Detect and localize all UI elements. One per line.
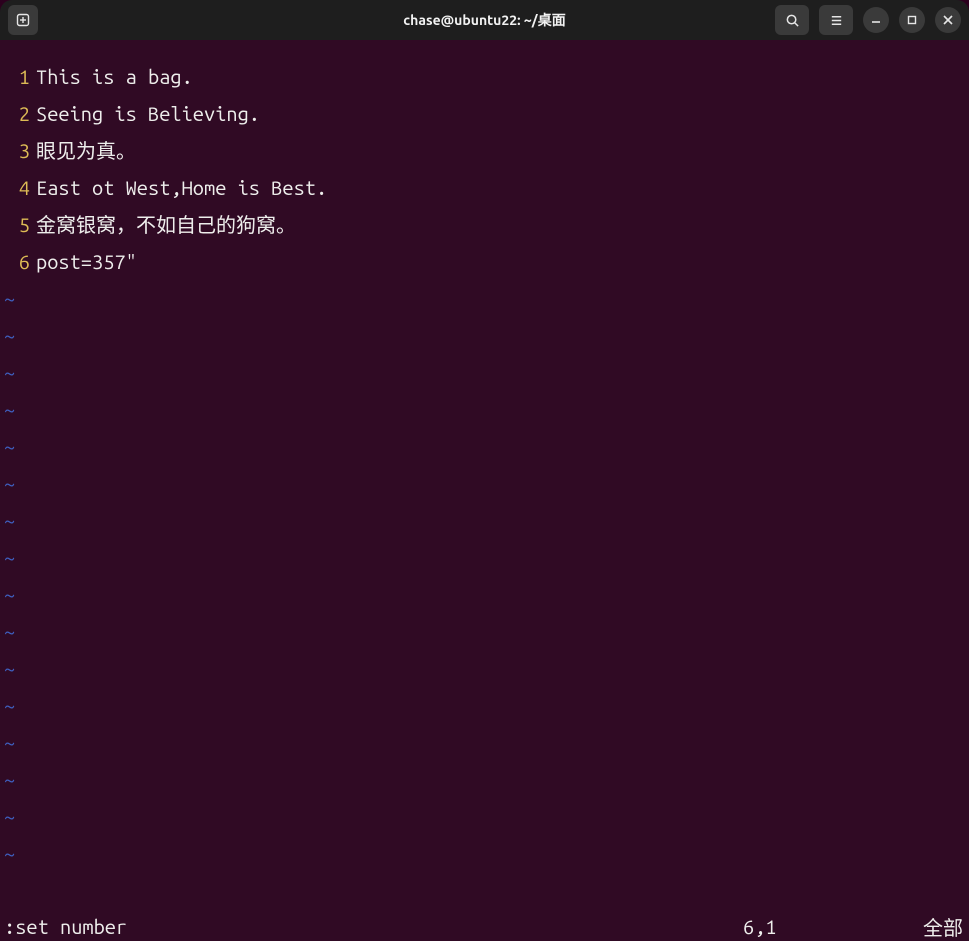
search-icon (785, 13, 800, 28)
search-button[interactable] (775, 5, 809, 35)
vim-status-line: :set number 6,1 全部 (0, 913, 969, 941)
vim-scroll-percent: 全部 (923, 912, 965, 941)
empty-line-tilde: ~ (0, 761, 969, 798)
line-text: Seeing is Believing. (36, 100, 260, 127)
maximize-icon (906, 14, 918, 26)
menu-button[interactable] (819, 5, 853, 35)
line-text: This is a bag. (36, 63, 193, 90)
line-number: 2 (4, 100, 36, 127)
minimize-button[interactable] (863, 7, 889, 33)
line-text: post=357" (36, 248, 137, 275)
new-tab-button[interactable] (8, 5, 38, 35)
vim-command-text: :set number (4, 915, 127, 938)
editor-line: 3眼见为真。 (0, 132, 969, 169)
vim-cursor-position: 6,1 (743, 915, 923, 938)
hamburger-icon (829, 13, 844, 28)
empty-line-tilde: ~ (0, 280, 969, 317)
terminal-area[interactable]: 1This is a bag.2Seeing is Believing.3眼见为… (0, 40, 969, 913)
line-number: 3 (4, 137, 36, 164)
empty-line-tilde: ~ (0, 317, 969, 354)
empty-line-tilde: ~ (0, 835, 969, 872)
line-number: 5 (4, 211, 36, 238)
line-text: East ot West,Home is Best. (36, 174, 327, 201)
editor-line: 6post=357" (0, 243, 969, 280)
empty-line-tilde: ~ (0, 391, 969, 428)
line-number: 4 (4, 174, 36, 201)
line-text: 金窝银窝，不如自己的狗窝。 (36, 211, 296, 238)
titlebar-left-group (8, 5, 38, 35)
maximize-button[interactable] (899, 7, 925, 33)
empty-line-tilde: ~ (0, 428, 969, 465)
window-title: chase@ubuntu22: ~/桌面 (403, 10, 565, 30)
empty-line-tilde: ~ (0, 650, 969, 687)
window-titlebar: chase@ubuntu22: ~/桌面 (0, 0, 969, 40)
empty-line-tilde: ~ (0, 354, 969, 391)
empty-line-tilde: ~ (0, 465, 969, 502)
minimize-icon (870, 14, 882, 26)
empty-line-tilde: ~ (0, 613, 969, 650)
titlebar-right-group (775, 5, 961, 35)
empty-line-tilde: ~ (0, 576, 969, 613)
empty-line-tilde: ~ (0, 687, 969, 724)
editor-line: 5金窝银窝，不如自己的狗窝。 (0, 206, 969, 243)
line-number: 6 (4, 248, 36, 275)
editor-line: 1This is a bag. (0, 58, 969, 95)
line-number: 1 (4, 63, 36, 90)
line-text: 眼见为真。 (36, 137, 136, 164)
editor-line: 4East ot West,Home is Best. (0, 169, 969, 206)
empty-line-tilde: ~ (0, 798, 969, 835)
empty-line-tilde: ~ (0, 724, 969, 761)
editor-line: 2Seeing is Believing. (0, 95, 969, 132)
empty-line-tilde: ~ (0, 539, 969, 576)
close-button[interactable] (935, 7, 961, 33)
close-icon (942, 14, 954, 26)
empty-line-tilde: ~ (0, 502, 969, 539)
